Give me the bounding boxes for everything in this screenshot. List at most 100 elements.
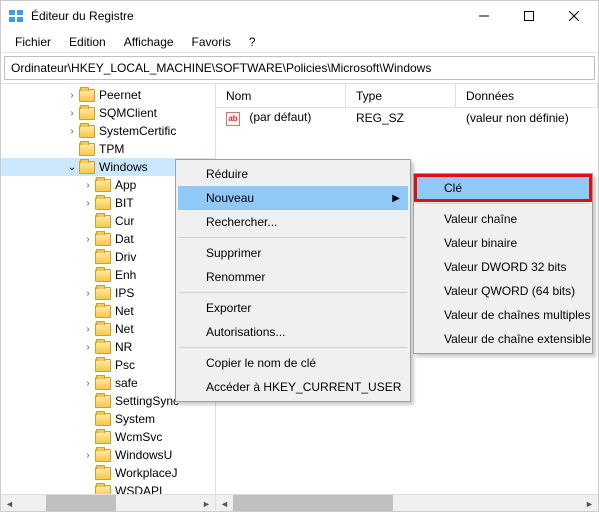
folder-icon [95, 215, 111, 228]
scroll-left-button[interactable]: ◄ [216, 495, 233, 511]
submenu-new: Clé Valeur chaîne Valeur binaire Valeur … [413, 173, 593, 354]
chevron-icon[interactable]: › [65, 108, 79, 119]
column-header-data[interactable]: Données [456, 84, 598, 107]
tree-item-label: WindowsU [115, 448, 172, 462]
sub-new-multistring[interactable]: Valeur de chaînes multiples [416, 303, 590, 327]
scroll-left-button[interactable]: ◄ [1, 495, 18, 511]
ctx-permissions[interactable]: Autorisations... [178, 320, 408, 344]
folder-icon [95, 449, 111, 462]
tree-item-label: Peernet [99, 88, 141, 102]
tree-item-label: SettingSync [115, 394, 179, 408]
window-title: Éditeur du Registre [31, 9, 461, 23]
tree-item-label: Net [115, 304, 134, 318]
chevron-icon[interactable]: › [81, 378, 95, 389]
folder-icon [79, 161, 95, 174]
list-row[interactable]: ab (par défaut) REG_SZ (valeur non défin… [216, 108, 598, 128]
chevron-icon[interactable]: › [81, 288, 95, 299]
sub-new-qword[interactable]: Valeur QWORD (64 bits) [416, 279, 590, 303]
chevron-icon[interactable]: › [65, 90, 79, 101]
ctx-new[interactable]: Nouveau ▶ [178, 186, 408, 210]
tree-item-label: System [115, 412, 155, 426]
address-bar[interactable]: Ordinateur\HKEY_LOCAL_MACHINE\SOFTWARE\P… [4, 56, 595, 80]
string-value-icon: ab [226, 112, 240, 126]
folder-icon [95, 323, 111, 336]
folder-icon [95, 377, 111, 390]
folder-icon [95, 305, 111, 318]
close-button[interactable] [551, 2, 596, 30]
folder-icon [79, 143, 95, 156]
chevron-icon[interactable]: › [81, 342, 95, 353]
menu-file[interactable]: Fichier [7, 33, 59, 51]
submenu-arrow-icon: ▶ [392, 193, 400, 204]
tree-item-system[interactable]: System [1, 410, 215, 428]
tree-item-systemcertific[interactable]: ›SystemCertific [1, 122, 215, 140]
value-type-cell: REG_SZ [346, 111, 456, 125]
tree-item-windowsu[interactable]: › WindowsU [1, 446, 215, 464]
tree-horizontal-scrollbar[interactable]: ◄ ► [1, 494, 215, 511]
folder-icon [79, 125, 95, 138]
chevron-icon[interactable]: › [81, 234, 95, 245]
ctx-copy-key-name[interactable]: Copier le nom de clé [178, 351, 408, 375]
chevron-icon[interactable]: › [81, 180, 95, 191]
minimize-button[interactable] [461, 2, 506, 30]
scroll-right-button[interactable]: ► [581, 495, 598, 511]
folder-icon [95, 341, 111, 354]
chevron-icon[interactable]: ⌄ [65, 162, 79, 173]
folder-icon [95, 269, 111, 282]
column-header-name[interactable]: Nom [216, 84, 346, 107]
tree-item-label: WorkplaceJ [115, 466, 177, 480]
scroll-right-button[interactable]: ► [198, 495, 215, 511]
tree-item-label: Cur [115, 214, 134, 228]
ctx-collapse[interactable]: Réduire [178, 162, 408, 186]
ctx-delete[interactable]: Supprimer [178, 241, 408, 265]
tree-item-tpm[interactable]: TPM [1, 140, 215, 158]
list-horizontal-scrollbar[interactable]: ◄ ► [216, 494, 598, 511]
tree-item-label: SQMClient [99, 106, 157, 120]
ctx-find[interactable]: Rechercher... [178, 210, 408, 234]
maximize-button[interactable] [506, 2, 551, 30]
column-header-type[interactable]: Type [346, 84, 456, 107]
value-name-cell: ab (par défaut) [216, 110, 346, 126]
tree-item-label: WcmSvc [115, 430, 162, 444]
menu-help[interactable]: ? [241, 33, 264, 51]
menu-favorites[interactable]: Favoris [184, 33, 239, 51]
folder-icon [95, 431, 111, 444]
ctx-rename[interactable]: Renommer [178, 265, 408, 289]
tree-item-label: Dat [115, 232, 134, 246]
menu-view[interactable]: Affichage [116, 33, 182, 51]
folder-icon [95, 287, 111, 300]
tree-item-label: IPS [115, 286, 134, 300]
tree-item-label: NR [115, 340, 132, 354]
chevron-icon[interactable]: › [81, 198, 95, 209]
tree-item-peernet[interactable]: › Peernet [1, 86, 215, 104]
ctx-separator [179, 237, 407, 238]
tree-item-workplacej[interactable]: WorkplaceJ [1, 464, 215, 482]
chevron-icon[interactable]: › [81, 450, 95, 461]
menu-edit[interactable]: Edition [61, 33, 114, 51]
sub-new-key[interactable]: Clé [416, 176, 590, 200]
chevron-icon[interactable]: › [81, 324, 95, 335]
tree-item-wcmsvc[interactable]: WcmSvc [1, 428, 215, 446]
tree-item-label: Net [115, 322, 134, 336]
sub-new-string[interactable]: Valeur chaîne [416, 207, 590, 231]
chevron-icon[interactable]: › [65, 126, 79, 137]
folder-icon [95, 179, 111, 192]
tree-item-label: Psc [115, 358, 135, 372]
menubar: Fichier Edition Affichage Favoris ? [1, 31, 598, 53]
tree-item-label: BIT [115, 196, 134, 210]
ctx-goto-hkcu[interactable]: Accéder à HKEY_CURRENT_USER [178, 375, 408, 399]
sub-new-binary[interactable]: Valeur binaire [416, 231, 590, 255]
titlebar: Éditeur du Registre [1, 1, 598, 31]
sub-new-dword[interactable]: Valeur DWORD 32 bits [416, 255, 590, 279]
ctx-new-label: Nouveau [206, 191, 254, 205]
tree-item-label: TPM [99, 142, 124, 156]
sub-new-expandstring[interactable]: Valeur de chaîne extensible [416, 327, 590, 351]
address-path: Ordinateur\HKEY_LOCAL_MACHINE\SOFTWARE\P… [11, 61, 431, 75]
registry-editor-window: Éditeur du Registre Fichier Edition Affi… [0, 0, 599, 512]
ctx-export[interactable]: Exporter [178, 296, 408, 320]
folder-icon [95, 395, 111, 408]
folder-icon [95, 251, 111, 264]
folder-icon [95, 233, 111, 246]
tree-item-sqmclient[interactable]: › SQMClient [1, 104, 215, 122]
context-menu: Réduire Nouveau ▶ Rechercher... Supprime… [175, 159, 411, 402]
